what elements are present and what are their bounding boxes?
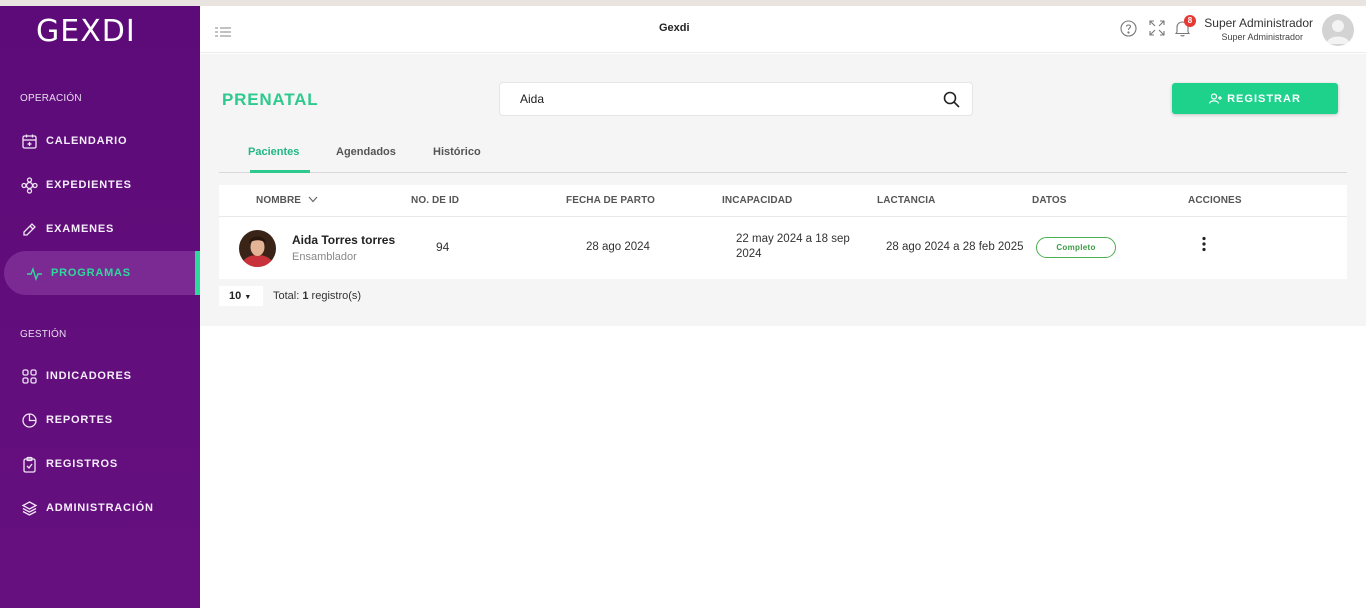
page-size-select[interactable]: 10 ▼ bbox=[219, 286, 263, 306]
sidebar-item-calendario[interactable]: CALENDARIO bbox=[0, 119, 200, 163]
main-content: PRENATAL REGISTRAR Pacientes Agendados H… bbox=[200, 54, 1366, 326]
sidebar-item-label: ADMINISTRACIÓN bbox=[46, 502, 154, 514]
sidebar-item-label: EXPEDIENTES bbox=[46, 179, 132, 191]
incapacity-line: 2024 bbox=[736, 248, 762, 260]
patient-occupation: Ensamblador bbox=[292, 251, 357, 263]
birth-date: 28 ago 2024 bbox=[586, 241, 650, 253]
total-suffix: registro(s) bbox=[308, 290, 362, 302]
section-label-operacion: OPERACIÓN bbox=[20, 93, 82, 104]
sidebar-item-label: REPORTES bbox=[46, 414, 113, 426]
register-button-label: REGISTRAR bbox=[1227, 92, 1301, 105]
user-name[interactable]: Super Administrador bbox=[1204, 16, 1313, 30]
layers-icon bbox=[21, 500, 38, 517]
sidebar-item-programas[interactable]: PROGRAMAS bbox=[4, 251, 200, 295]
patient-id: 94 bbox=[436, 240, 450, 254]
calendar-icon bbox=[21, 133, 38, 150]
menu-toggle-icon[interactable] bbox=[215, 25, 231, 43]
tab-agendados[interactable]: Agendados bbox=[336, 146, 396, 158]
sidebar-item-expedientes[interactable]: EXPEDIENTES bbox=[0, 163, 200, 207]
sidebar-item-label: REGISTROS bbox=[46, 458, 118, 470]
pencil-ruler-icon bbox=[21, 221, 38, 238]
sidebar-item-examenes[interactable]: EXAMENES bbox=[0, 207, 200, 251]
grid-icon bbox=[21, 368, 38, 385]
chevron-down-icon bbox=[308, 196, 318, 203]
patient-avatar bbox=[239, 230, 276, 267]
tab-pacientes[interactable]: Pacientes bbox=[248, 146, 299, 158]
patient-name[interactable]: Aida Torres torres bbox=[292, 233, 395, 247]
column-header-datos: DATOS bbox=[1032, 195, 1067, 206]
sidebar: GEXDI OPERACIÓN CALENDARIO EXPEDIENTES E… bbox=[0, 6, 200, 608]
sidebar-item-registros[interactable]: REGISTROS bbox=[0, 442, 200, 486]
page-title: PRENATAL bbox=[222, 90, 319, 109]
clipboard-icon bbox=[21, 456, 38, 473]
help-icon[interactable] bbox=[1120, 20, 1137, 42]
incapacity-range: 22 may 2024 a 18 sep 2024 bbox=[736, 233, 850, 260]
sidebar-item-label: INDICADORES bbox=[46, 370, 132, 382]
user-avatar[interactable] bbox=[1322, 14, 1354, 46]
tabs: Pacientes Agendados Histórico bbox=[219, 140, 1347, 173]
caret-down-icon: ▼ bbox=[244, 294, 252, 301]
sidebar-item-label: EXAMENES bbox=[46, 223, 115, 235]
top-header: Gexdi 8 Super Administrador Super Admini… bbox=[200, 6, 1366, 53]
section-label-gestion: GESTIÓN bbox=[20, 329, 67, 340]
column-header-acciones: ACCIONES bbox=[1188, 195, 1242, 206]
sidebar-item-indicadores[interactable]: INDICADORES bbox=[0, 354, 200, 398]
search-box bbox=[499, 82, 973, 116]
notification-badge: 8 bbox=[1184, 15, 1196, 27]
patients-table: NOMBRE NO. DE ID FECHA DE PARTO INCAPACI… bbox=[219, 185, 1347, 279]
user-role: Super Administrador bbox=[1221, 32, 1303, 42]
active-tab-indicator bbox=[250, 170, 310, 173]
more-actions-icon[interactable] bbox=[1201, 236, 1207, 257]
status-badge: Completo bbox=[1036, 237, 1116, 258]
column-header-lactancia: LACTANCIA bbox=[877, 195, 936, 206]
column-header-nombre[interactable]: NOMBRE bbox=[256, 195, 318, 206]
lactation-range: 28 ago 2024 a 28 feb 2025 bbox=[886, 241, 1024, 253]
sidebar-item-reportes[interactable]: REPORTES bbox=[0, 398, 200, 442]
column-header-id: NO. DE ID bbox=[411, 195, 460, 206]
search-icon[interactable] bbox=[943, 91, 960, 113]
column-header-incapacidad: INCAPACIDAD bbox=[722, 195, 793, 206]
column-header-fecha-parto: FECHA DE PARTO bbox=[566, 195, 655, 206]
total-label: Total: bbox=[273, 290, 303, 302]
page-size-value: 10 bbox=[229, 290, 242, 302]
pulse-icon bbox=[26, 265, 43, 282]
fullscreen-icon[interactable] bbox=[1149, 20, 1165, 41]
sidebar-item-label: PROGRAMAS bbox=[51, 267, 131, 279]
logo[interactable]: GEXDI bbox=[36, 14, 136, 49]
app-title: Gexdi bbox=[659, 22, 690, 34]
tab-historico[interactable]: Histórico bbox=[433, 146, 481, 158]
total-records: Total: 1 registro(s) bbox=[273, 290, 361, 302]
search-input[interactable] bbox=[520, 92, 920, 106]
column-header-label: NOMBRE bbox=[256, 195, 302, 206]
pie-chart-icon bbox=[21, 412, 38, 429]
sidebar-item-label: CALENDARIO bbox=[46, 135, 128, 147]
sidebar-item-administracion[interactable]: ADMINISTRACIÓN bbox=[0, 486, 200, 530]
table-row[interactable]: Aida Torres torres Ensamblador 94 28 ago… bbox=[219, 217, 1347, 279]
add-user-icon bbox=[1209, 93, 1223, 104]
incapacity-line: 22 may 2024 a 18 sep bbox=[736, 233, 850, 245]
table-header: NOMBRE NO. DE ID FECHA DE PARTO INCAPACI… bbox=[219, 185, 1347, 217]
register-button[interactable]: REGISTRAR bbox=[1172, 83, 1338, 114]
puzzle-icon bbox=[21, 176, 38, 194]
